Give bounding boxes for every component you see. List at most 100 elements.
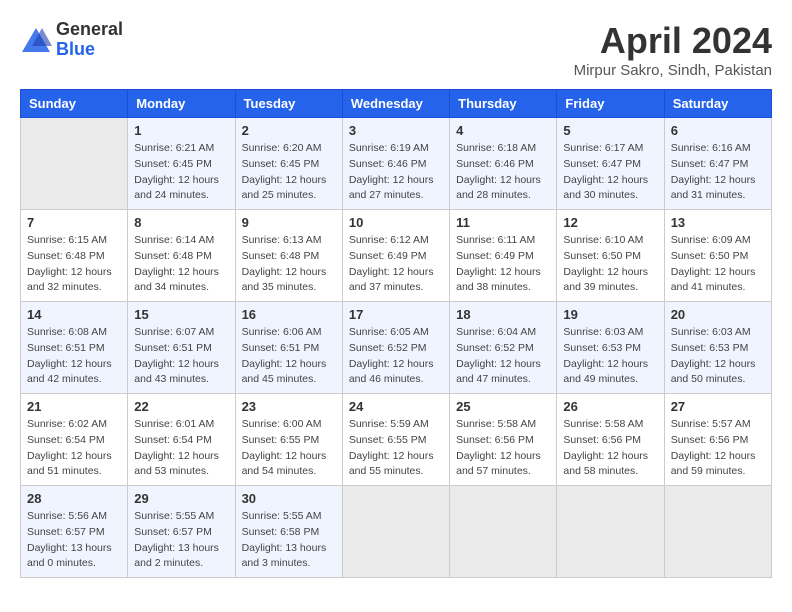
day-number: 9 [242,215,336,230]
day-number: 7 [27,215,121,230]
day-info: Sunrise: 6:18 AM Sunset: 6:46 PM Dayligh… [456,141,550,204]
calendar-cell: 30 Sunrise: 5:55 AM Sunset: 6:58 PM Dayli… [235,486,342,578]
location-title: Mirpur Sakro, Sindh, Pakistan [574,62,772,79]
day-info: Sunrise: 6:07 AM Sunset: 6:51 PM Dayligh… [134,325,228,388]
column-header-tuesday: Tuesday [235,90,342,118]
calendar-cell: 24 Sunrise: 5:59 AM Sunset: 6:55 PM Dayli… [342,394,449,486]
logo-text-general: General [56,20,123,40]
column-header-saturday: Saturday [664,90,771,118]
header-row: SundayMondayTuesdayWednesdayThursdayFrid… [21,90,772,118]
calendar-cell: 10 Sunrise: 6:12 AM Sunset: 6:49 PM Dayli… [342,210,449,302]
calendar-cell: 16Sunrise: 6:06 AM Sunset: 6:51 PM Dayli… [235,302,342,394]
day-number: 13 [671,215,765,230]
day-info: Sunrise: 6:04 AM Sunset: 6:52 PM Dayligh… [456,325,550,388]
day-number: 15 [134,307,228,322]
day-number: 11 [456,215,550,230]
day-number: 23 [242,399,336,414]
calendar-cell: 17 Sunrise: 6:05 AM Sunset: 6:52 PM Dayli… [342,302,449,394]
day-number: 22 [134,399,228,414]
day-info: Sunrise: 6:01 AM Sunset: 6:54 PM Dayligh… [134,417,228,480]
day-number: 3 [349,123,443,138]
day-info: Sunrise: 6:03 AM Sunset: 6:53 PM Dayligh… [563,325,657,388]
day-info: Sunrise: 5:55 AM Sunset: 6:58 PM Dayligh… [242,509,336,572]
day-number: 5 [563,123,657,138]
calendar-cell: 9 Sunrise: 6:13 AM Sunset: 6:48 PM Daylig… [235,210,342,302]
calendar-cell [557,486,664,578]
day-info: Sunrise: 6:00 AM Sunset: 6:55 PM Dayligh… [242,417,336,480]
calendar-cell: 22 Sunrise: 6:01 AM Sunset: 6:54 PM Dayli… [128,394,235,486]
day-info: Sunrise: 6:05 AM Sunset: 6:52 PM Dayligh… [349,325,443,388]
day-info: Sunrise: 6:20 AM Sunset: 6:45 PM Dayligh… [242,141,336,204]
calendar-cell [21,118,128,210]
calendar-cell: 20Sunrise: 6:03 AM Sunset: 6:53 PM Dayli… [664,302,771,394]
calendar-cell: 14Sunrise: 6:08 AM Sunset: 6:51 PM Dayli… [21,302,128,394]
calendar-cell: 28 Sunrise: 5:56 AM Sunset: 6:57 PM Dayli… [21,486,128,578]
logo: General Blue [20,20,123,60]
day-info: Sunrise: 5:59 AM Sunset: 6:55 PM Dayligh… [349,417,443,480]
day-number: 2 [242,123,336,138]
calendar-cell: 2 Sunrise: 6:20 AM Sunset: 6:45 PM Daylig… [235,118,342,210]
day-number: 28 [27,491,121,506]
day-info: Sunrise: 5:58 AM Sunset: 6:56 PM Dayligh… [456,417,550,480]
page-header: General Blue April 2024 Mirpur Sakro, Si… [20,20,772,79]
calendar-cell: 27 Sunrise: 5:57 AM Sunset: 6:56 PM Dayli… [664,394,771,486]
day-info: Sunrise: 5:58 AM Sunset: 6:56 PM Dayligh… [563,417,657,480]
calendar-cell: 12Sunrise: 6:10 AM Sunset: 6:50 PM Dayli… [557,210,664,302]
day-info: Sunrise: 6:13 AM Sunset: 6:48 PM Dayligh… [242,233,336,296]
week-row-1: 1 Sunrise: 6:21 AM Sunset: 6:45 PM Daylig… [21,118,772,210]
column-header-monday: Monday [128,90,235,118]
day-number: 24 [349,399,443,414]
logo-icon [20,26,52,54]
day-number: 4 [456,123,550,138]
calendar-cell: 26 Sunrise: 5:58 AM Sunset: 6:56 PM Dayli… [557,394,664,486]
calendar-cell: 7Sunrise: 6:15 AM Sunset: 6:48 PM Daylig… [21,210,128,302]
day-number: 1 [134,123,228,138]
day-number: 19 [563,307,657,322]
column-header-thursday: Thursday [450,90,557,118]
week-row-3: 14Sunrise: 6:08 AM Sunset: 6:51 PM Dayli… [21,302,772,394]
calendar-cell: 8Sunrise: 6:14 AM Sunset: 6:48 PM Daylig… [128,210,235,302]
column-header-friday: Friday [557,90,664,118]
day-info: Sunrise: 6:11 AM Sunset: 6:49 PM Dayligh… [456,233,550,296]
column-header-wednesday: Wednesday [342,90,449,118]
day-info: Sunrise: 5:57 AM Sunset: 6:56 PM Dayligh… [671,417,765,480]
day-info: Sunrise: 6:17 AM Sunset: 6:47 PM Dayligh… [563,141,657,204]
day-number: 26 [563,399,657,414]
calendar-cell: 21Sunrise: 6:02 AM Sunset: 6:54 PM Dayli… [21,394,128,486]
day-number: 18 [456,307,550,322]
day-info: Sunrise: 5:55 AM Sunset: 6:57 PM Dayligh… [134,509,228,572]
calendar-cell [342,486,449,578]
week-row-5: 28 Sunrise: 5:56 AM Sunset: 6:57 PM Dayli… [21,486,772,578]
day-number: 16 [242,307,336,322]
day-info: Sunrise: 6:21 AM Sunset: 6:45 PM Dayligh… [134,141,228,204]
day-number: 27 [671,399,765,414]
logo-text-blue: Blue [56,40,123,60]
day-number: 29 [134,491,228,506]
calendar-cell: 11 Sunrise: 6:11 AM Sunset: 6:49 PM Dayli… [450,210,557,302]
day-info: Sunrise: 5:56 AM Sunset: 6:57 PM Dayligh… [27,509,121,572]
day-number: 12 [563,215,657,230]
calendar-cell: 18 Sunrise: 6:04 AM Sunset: 6:52 PM Dayli… [450,302,557,394]
day-number: 30 [242,491,336,506]
week-row-2: 7Sunrise: 6:15 AM Sunset: 6:48 PM Daylig… [21,210,772,302]
week-row-4: 21Sunrise: 6:02 AM Sunset: 6:54 PM Dayli… [21,394,772,486]
day-info: Sunrise: 6:09 AM Sunset: 6:50 PM Dayligh… [671,233,765,296]
calendar-cell: 6Sunrise: 6:16 AM Sunset: 6:47 PM Daylig… [664,118,771,210]
calendar-cell: 15 Sunrise: 6:07 AM Sunset: 6:51 PM Dayli… [128,302,235,394]
calendar-cell: 4 Sunrise: 6:18 AM Sunset: 6:46 PM Daylig… [450,118,557,210]
day-number: 14 [27,307,121,322]
column-header-sunday: Sunday [21,90,128,118]
calendar-cell: 19 Sunrise: 6:03 AM Sunset: 6:53 PM Dayli… [557,302,664,394]
day-info: Sunrise: 6:02 AM Sunset: 6:54 PM Dayligh… [27,417,121,480]
calendar-cell: 25 Sunrise: 5:58 AM Sunset: 6:56 PM Dayli… [450,394,557,486]
day-info: Sunrise: 6:12 AM Sunset: 6:49 PM Dayligh… [349,233,443,296]
calendar-cell: 3Sunrise: 6:19 AM Sunset: 6:46 PM Daylig… [342,118,449,210]
calendar-cell [450,486,557,578]
day-number: 10 [349,215,443,230]
day-info: Sunrise: 6:16 AM Sunset: 6:47 PM Dayligh… [671,141,765,204]
day-number: 17 [349,307,443,322]
calendar-cell: 23 Sunrise: 6:00 AM Sunset: 6:55 PM Dayli… [235,394,342,486]
calendar-cell: 29 Sunrise: 5:55 AM Sunset: 6:57 PM Dayli… [128,486,235,578]
day-info: Sunrise: 6:03 AM Sunset: 6:53 PM Dayligh… [671,325,765,388]
day-number: 25 [456,399,550,414]
